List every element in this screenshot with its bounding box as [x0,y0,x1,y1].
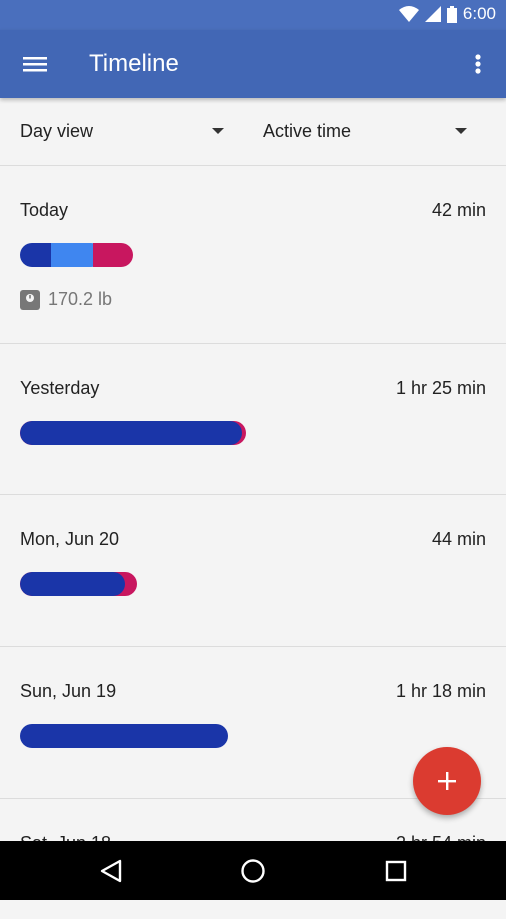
more-options-icon[interactable] [466,50,490,78]
activity-segment-walking [20,572,125,596]
recents-icon[interactable] [381,856,411,886]
weight-entry: 170.2 lb [20,289,112,310]
cell-signal-icon [424,6,441,22]
view-dropdown[interactable]: Day view [20,121,224,142]
list-item-mon-jun-20[interactable]: Mon, Jun 20 44 min [0,495,506,647]
status-time: 6:00 [462,4,496,23]
day-date: Sun, Jun 19 [20,681,117,701]
day-date: Today [20,200,69,220]
activity-segment-walking [20,421,242,445]
day-date: Mon, Jun 20 [20,529,120,549]
day-duration: 1 hr 25 min [395,378,486,398]
list-item-yesterday[interactable]: Yesterday 1 hr 25 min [0,344,506,495]
battery-icon [446,5,457,23]
plus-icon [438,772,456,790]
view-dropdown-label: Day view [20,121,94,141]
metric-dropdown-label: Active time [263,121,352,141]
dropdown-arrow-icon [212,128,224,134]
day-duration: 1 hr 18 min [395,681,486,701]
app-bar: Timeline [0,30,506,98]
activity-segment-walking [20,724,228,748]
activity-bar [20,572,137,596]
day-duration: 44 min [431,529,486,549]
wifi-icon [398,6,419,22]
home-icon[interactable] [238,856,268,886]
day-duration: 42 min [431,200,486,220]
day-date: Yesterday [20,378,100,398]
status-bar: 6:00 [0,0,506,30]
weight-value: 170.2 lb [48,289,113,309]
activity-bar [20,421,246,445]
scale-icon [20,289,40,310]
activity-bar [20,724,228,748]
dropdown-arrow-icon [455,128,467,134]
list-item-today[interactable]: Today 42 min 170.2 lb [0,166,506,344]
hamburger-menu-icon[interactable] [20,50,50,78]
page-title: Timeline [89,50,179,77]
activity-segment-running [93,243,133,267]
filter-bar: Day view Active time [0,98,506,166]
metric-dropdown[interactable]: Active time [263,121,467,142]
back-icon[interactable] [96,856,126,886]
activity-bar [20,243,133,267]
add-activity-button[interactable] [413,747,481,815]
system-nav-bar [0,841,506,900]
